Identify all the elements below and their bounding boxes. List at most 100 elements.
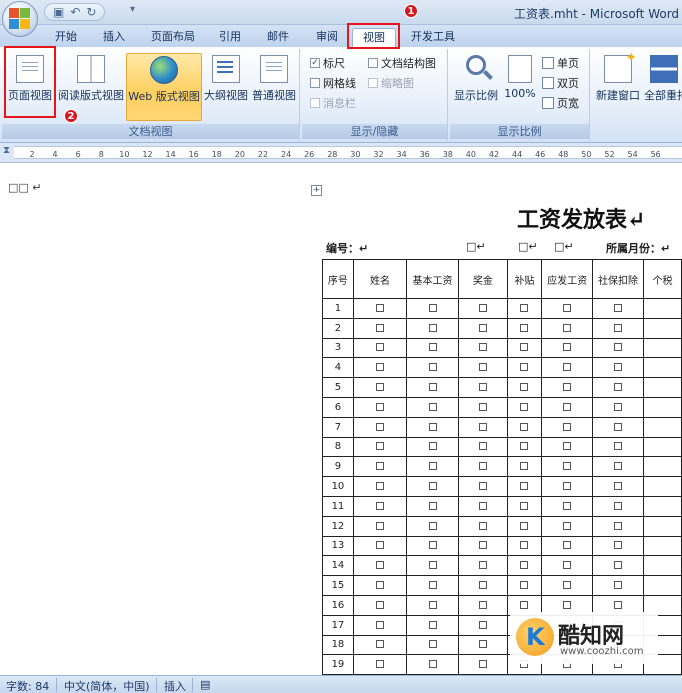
- table-cell[interactable]: [457, 396, 508, 418]
- table-cell[interactable]: [352, 377, 408, 398]
- table-cell[interactable]: [642, 396, 682, 418]
- indent-marker-icon[interactable]: ⧗: [3, 145, 10, 156]
- web-layout-button[interactable]: Web 版式视图: [126, 53, 202, 121]
- new-window-button[interactable]: 新建窗口: [594, 50, 642, 119]
- table-cell[interactable]: [506, 555, 543, 577]
- row-number-cell[interactable]: 12: [322, 515, 354, 537]
- table-cell[interactable]: [541, 476, 594, 497]
- table-cell[interactable]: [506, 357, 543, 379]
- table-cell[interactable]: [457, 317, 508, 339]
- table-cell[interactable]: [592, 575, 644, 596]
- table-cell[interactable]: [506, 317, 543, 339]
- table-cell[interactable]: [406, 317, 459, 339]
- tab-review[interactable]: 审阅: [311, 28, 343, 47]
- table-cell[interactable]: [352, 396, 408, 418]
- table-cell[interactable]: [457, 476, 508, 497]
- table-cell[interactable]: [541, 377, 594, 398]
- save-icon[interactable]: ▣: [53, 5, 64, 19]
- table-cell[interactable]: [352, 337, 408, 359]
- table-cell[interactable]: [541, 456, 594, 478]
- table-cell[interactable]: [406, 634, 459, 656]
- language-indicator[interactable]: 中文(简体，中国): [64, 678, 150, 693]
- table-cell[interactable]: [457, 416, 508, 438]
- table-cell[interactable]: [541, 575, 594, 596]
- row-number-cell[interactable]: 3: [322, 337, 354, 359]
- table-cell[interactable]: [642, 476, 682, 497]
- table-cell[interactable]: [592, 317, 644, 339]
- table-cell[interactable]: [406, 436, 459, 458]
- table-cell[interactable]: [541, 436, 594, 458]
- table-cell[interactable]: [457, 495, 508, 517]
- table-cell[interactable]: [506, 515, 543, 537]
- table-cell[interactable]: [352, 317, 408, 339]
- table-cell[interactable]: [406, 298, 459, 319]
- table-cell[interactable]: [642, 515, 682, 537]
- table-cell[interactable]: [406, 377, 459, 398]
- table-cell[interactable]: [592, 416, 644, 438]
- table-cell[interactable]: [352, 614, 408, 636]
- table-cell[interactable]: [642, 416, 682, 438]
- table-cell[interactable]: [352, 575, 408, 596]
- table-cell[interactable]: [406, 515, 459, 537]
- table-cell[interactable]: [642, 298, 682, 319]
- table-cell[interactable]: [541, 495, 594, 517]
- row-number-cell[interactable]: 9: [322, 456, 354, 478]
- table-cell[interactable]: [642, 555, 682, 577]
- table-cell[interactable]: [506, 575, 543, 596]
- table-cell[interactable]: [541, 555, 594, 577]
- table-cell[interactable]: [592, 495, 644, 517]
- table-cell[interactable]: [592, 515, 644, 537]
- doc-map-checkbox[interactable]: 文档结构图: [368, 55, 436, 71]
- zoom-100-button[interactable]: 100%: [502, 53, 538, 119]
- table-cell[interactable]: [406, 495, 459, 517]
- table-cell[interactable]: [592, 396, 644, 418]
- table-cell[interactable]: [457, 357, 508, 379]
- table-cell[interactable]: [541, 337, 594, 359]
- row-number-cell[interactable]: 4: [322, 357, 354, 379]
- zoom-button[interactable]: 显示比例: [452, 53, 500, 119]
- table-cell[interactable]: [352, 298, 408, 319]
- table-cell[interactable]: [457, 456, 508, 478]
- table-cell[interactable]: [506, 396, 543, 418]
- table-cell[interactable]: [457, 654, 508, 675]
- table-cell[interactable]: [352, 436, 408, 458]
- table-cell[interactable]: [352, 456, 408, 478]
- row-number-cell[interactable]: 10: [322, 476, 354, 497]
- row-number-cell[interactable]: 15: [322, 575, 354, 596]
- one-page-button[interactable]: 单页: [542, 55, 579, 71]
- table-cell[interactable]: [506, 377, 543, 398]
- table-cell[interactable]: [406, 357, 459, 379]
- table-cell[interactable]: [506, 436, 543, 458]
- row-number-cell[interactable]: 1: [322, 298, 354, 319]
- table-cell[interactable]: [506, 495, 543, 517]
- table-cell[interactable]: [457, 515, 508, 537]
- tab-insert[interactable]: 插入: [98, 28, 130, 47]
- row-number-cell[interactable]: 17: [322, 614, 354, 636]
- table-cell[interactable]: [406, 337, 459, 359]
- table-cell[interactable]: [406, 594, 459, 616]
- table-cell[interactable]: [406, 535, 459, 557]
- table-cell[interactable]: [642, 456, 682, 478]
- table-cell[interactable]: [541, 515, 594, 537]
- table-cell[interactable]: [457, 436, 508, 458]
- table-cell[interactable]: [406, 456, 459, 478]
- table-cell[interactable]: [406, 476, 459, 497]
- table-cell[interactable]: [592, 377, 644, 398]
- macro-record-icon[interactable]: ▤: [200, 678, 210, 691]
- row-number-cell[interactable]: 8: [322, 436, 354, 458]
- table-cell[interactable]: [352, 357, 408, 379]
- table-cell[interactable]: [352, 654, 408, 675]
- row-number-cell[interactable]: 7: [322, 416, 354, 438]
- tab-mailings[interactable]: 邮件: [262, 28, 294, 47]
- page-width-button[interactable]: 页宽: [542, 95, 579, 111]
- table-cell[interactable]: [352, 555, 408, 577]
- table-cell[interactable]: [457, 634, 508, 656]
- table-cell[interactable]: [457, 614, 508, 636]
- tab-home[interactable]: 开始: [50, 28, 82, 47]
- table-cell[interactable]: [457, 298, 508, 319]
- table-cell[interactable]: [457, 555, 508, 577]
- table-cell[interactable]: [352, 495, 408, 517]
- table-cell[interactable]: [592, 476, 644, 497]
- table-cell[interactable]: [506, 337, 543, 359]
- ruler[interactable]: ⧗ 2 4 6 8 10 12 14 16 18 20 22 24 26 28 30 32 34 36 38 40 42…: [0, 143, 682, 163]
